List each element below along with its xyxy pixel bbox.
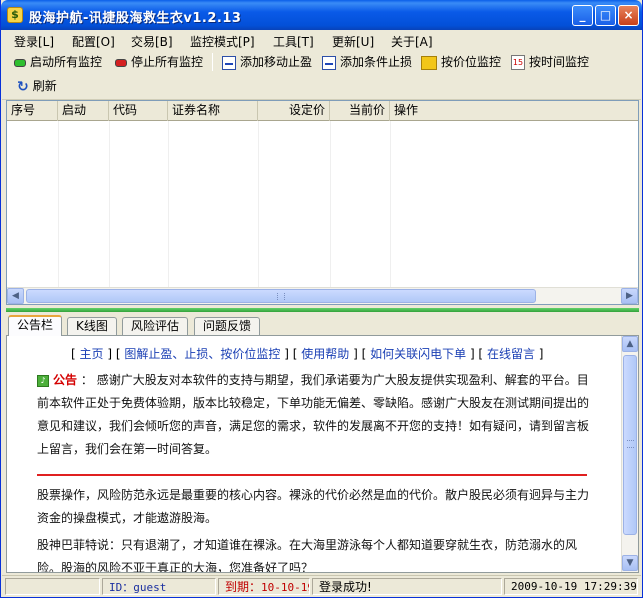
add-conditional-stop-button[interactable]: 添加条件止损 xyxy=(322,52,412,72)
menu-config[interactable]: 配置[O] xyxy=(72,33,115,50)
link-howto[interactable]: 图解止盈、止损、按价位监控 xyxy=(124,347,280,361)
minimize-button[interactable]: _ xyxy=(572,5,593,26)
col-divider xyxy=(168,121,169,287)
time-monitor-button[interactable]: 15 按时间监控 xyxy=(511,52,589,72)
status-expiry: 到期：10-10-19 xyxy=(218,578,310,595)
col-divider xyxy=(390,121,391,287)
price-monitor-button[interactable]: 按价位监控 xyxy=(421,52,501,72)
stop-all-button[interactable]: 停止所有监控 xyxy=(115,52,203,72)
menu-about[interactable]: 关于[A] xyxy=(391,33,433,50)
col-set-price[interactable]: 设定价 xyxy=(258,101,330,121)
tab-kline[interactable]: K线图 xyxy=(67,317,117,335)
start-all-button[interactable]: 启动所有监控 xyxy=(14,52,102,72)
col-divider xyxy=(109,121,110,287)
col-seq[interactable]: 序号 xyxy=(7,101,58,121)
menu-trade[interactable]: 交易[B] xyxy=(131,33,173,50)
col-divider xyxy=(330,121,331,287)
red-light-icon xyxy=(115,58,127,67)
buffett-paragraph: 股神巴菲特说：只有退潮了，才知道谁在裸泳。在大海里游泳每个人都知道要穿就生衣，防… xyxy=(37,538,578,573)
col-code[interactable]: 代码 xyxy=(109,101,168,121)
conditional-stop-icon xyxy=(322,55,336,70)
notice-links: [ 主页 ] [ 图解止盈、止损、按价位监控 ] [ 使用帮助 ] [ 如何关联… xyxy=(71,347,544,361)
table-header: 序号 启动 代码 证券名称 设定价 当前价 操作 xyxy=(7,101,638,121)
horizontal-scrollbar[interactable]: ◀ ▶ xyxy=(7,287,638,304)
tab-feedback[interactable]: 问题反馈 xyxy=(194,317,261,335)
toolbar-separator xyxy=(212,53,213,71)
scroll-thumb[interactable] xyxy=(623,355,637,535)
refresh-button[interactable]: ↻ 刷新 xyxy=(17,76,57,96)
vertical-scrollbar[interactable]: ▲ ▼ xyxy=(621,336,638,572)
notice-panel: [ 主页 ] [ 图解止盈、止损、按价位监控 ] [ 使用帮助 ] [ 如何关联… xyxy=(6,335,639,573)
trailing-stop-icon xyxy=(222,55,236,70)
window-title: 股海护航-讯捷股海救生衣v1.2.13 xyxy=(29,11,242,26)
menu-update[interactable]: 更新[U] xyxy=(332,33,374,50)
announcement-label: 公告 xyxy=(53,373,78,387)
splitter[interactable] xyxy=(6,308,639,312)
menu-tools[interactable]: 工具[T] xyxy=(273,33,314,50)
col-security-name[interactable]: 证券名称 xyxy=(168,101,258,121)
col-divider xyxy=(58,121,59,287)
calendar-icon: 15 xyxy=(511,55,525,70)
app-window: $ 股海护航-讯捷股海救生衣v1.2.13 _ □ × 登录[L] 配置[O] … xyxy=(0,0,643,598)
status-datetime: 2009-10-19 17:29:39 xyxy=(504,578,638,595)
close-button[interactable]: × xyxy=(618,5,639,26)
link-help[interactable]: 使用帮助 xyxy=(301,347,349,361)
toolbar: 启动所有监控 停止所有监控 添加移动止盈 添加条件止损 按价位监控 15 按时间监… xyxy=(2,50,641,100)
scroll-right-arrow-icon[interactable]: ▶ xyxy=(621,288,638,304)
announcement-paragraph: ♪ 公告 ： 感谢广大股友对本软件的支持与期望，我们承诺要为广大股友提供实现盈利、… xyxy=(37,373,590,456)
announcement-text: 感谢广大股友对本软件的支持与期望，我们承诺要为广大股友提供实现盈利、解套的平台。… xyxy=(37,373,590,456)
menu-monitor-mode[interactable]: 监控模式[P] xyxy=(190,33,255,50)
status-login-message: 登录成功! xyxy=(312,578,502,595)
app-icon: $ xyxy=(7,7,23,23)
scroll-thumb[interactable] xyxy=(26,289,536,303)
add-trailing-stop-button[interactable]: 添加移动止盈 xyxy=(222,52,312,72)
grip-icon xyxy=(627,440,634,448)
tab-risk-assessment[interactable]: 风险评估 xyxy=(122,317,189,335)
notice-icon: ♪ xyxy=(37,374,49,387)
link-home[interactable]: 主页 xyxy=(80,347,104,361)
bottom-tabs: 公告栏 K线图 风险评估 问题反馈 xyxy=(6,315,639,336)
monitor-table[interactable]: 序号 启动 代码 证券名称 设定价 当前价 操作 ◀ ▶ xyxy=(6,100,639,305)
col-current-price[interactable]: 当前价 xyxy=(330,101,390,121)
title-bar[interactable]: $ 股海护航-讯捷股海救生衣v1.2.13 _ □ × xyxy=(1,0,642,30)
refresh-icon: ↻ xyxy=(17,78,29,95)
scroll-left-arrow-icon[interactable]: ◀ xyxy=(7,288,24,304)
menu-login[interactable]: 登录[L] xyxy=(14,33,54,50)
scroll-down-arrow-icon[interactable]: ▼ xyxy=(622,555,638,571)
status-user-id: ID：guest xyxy=(102,578,216,595)
maximize-button[interactable]: □ xyxy=(595,5,616,26)
col-action[interactable]: 操作 xyxy=(390,101,638,121)
tab-notice[interactable]: 公告栏 xyxy=(8,315,63,336)
green-light-icon xyxy=(14,58,26,67)
col-enabled[interactable]: 启动 xyxy=(58,101,109,121)
divider xyxy=(37,474,587,476)
link-guestbook[interactable]: 在线留言 xyxy=(487,347,535,361)
col-divider xyxy=(258,121,259,287)
link-flash-order[interactable]: 如何关联闪电下单 xyxy=(370,347,466,361)
grip-icon xyxy=(277,293,285,300)
menu-bar: 登录[L] 配置[O] 交易[B] 监控模式[P] 工具[T] 更新[U] 关于… xyxy=(2,30,641,50)
price-tag-icon xyxy=(421,55,437,70)
status-bar: ID：guest 到期：10-10-19 登录成功! 2009-10-19 17… xyxy=(2,575,641,597)
risk-paragraph: 股票操作，风险防范永远是最重要的核心内容。裸泳的代价必然是血的代价。散户股民必须… xyxy=(37,488,590,525)
scroll-up-arrow-icon[interactable]: ▲ xyxy=(622,336,638,352)
status-empty xyxy=(5,578,100,595)
